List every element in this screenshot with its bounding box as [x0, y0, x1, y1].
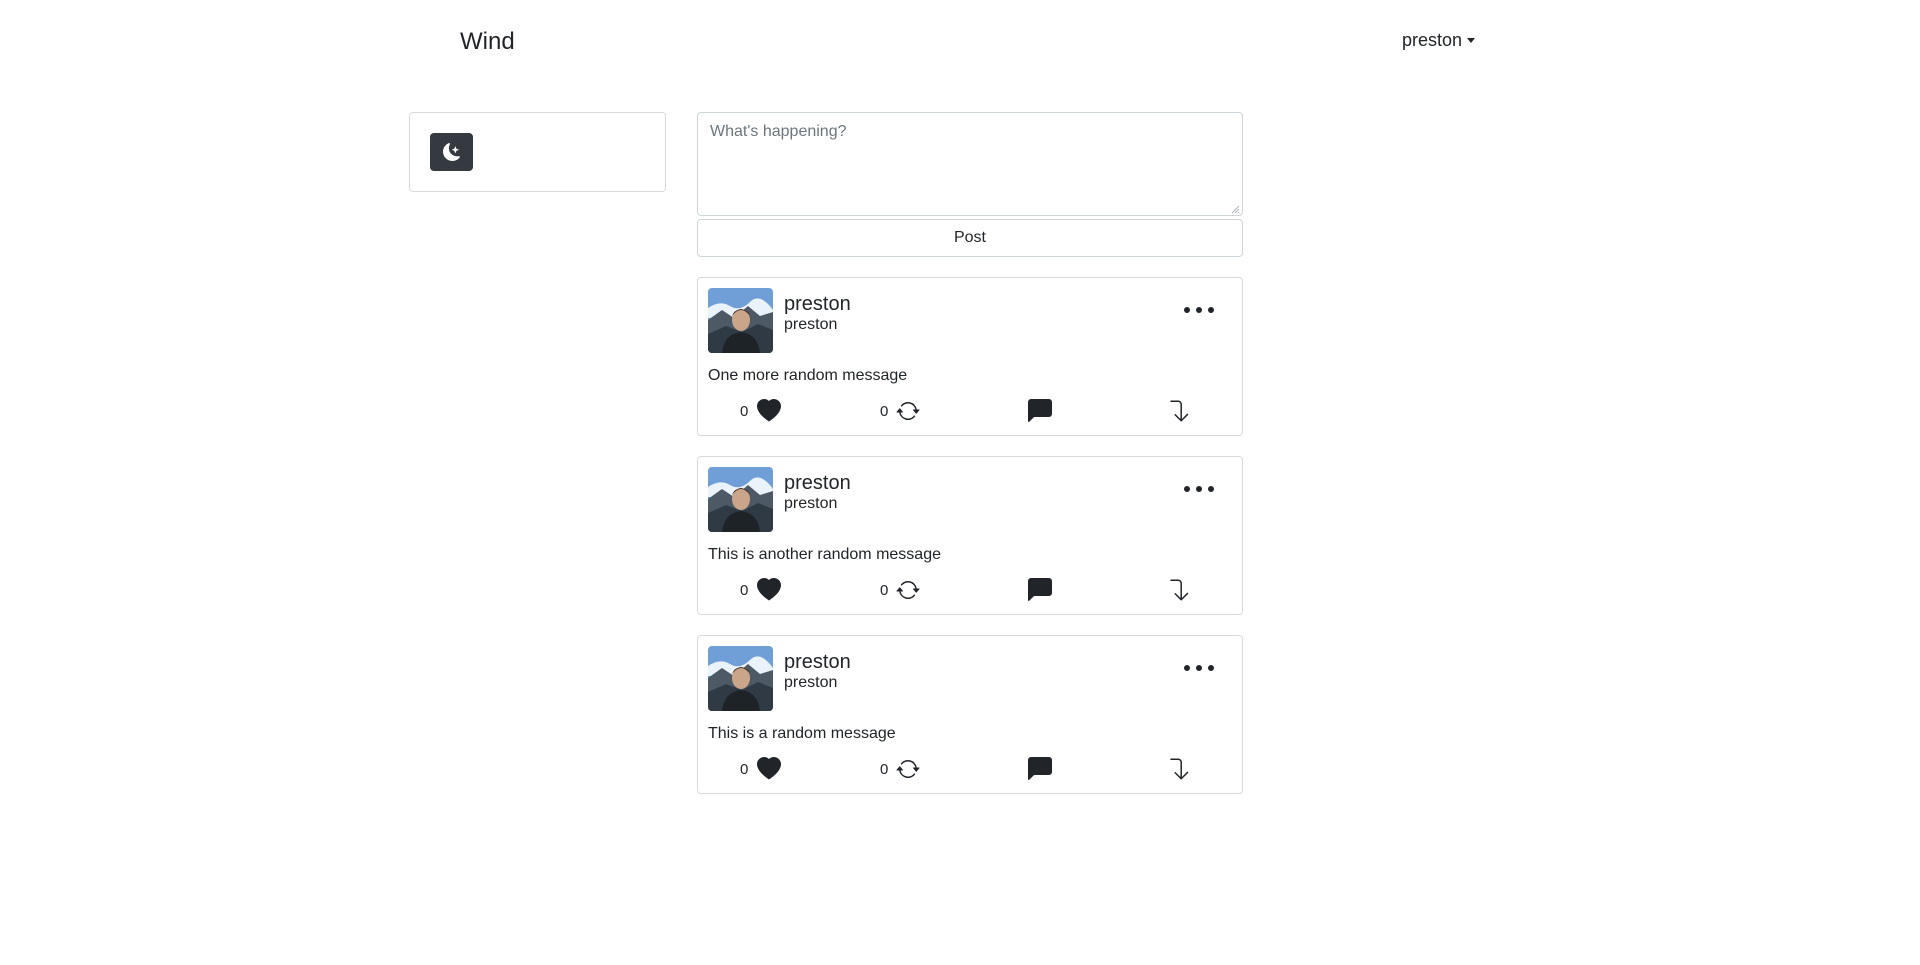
- share-button[interactable]: [1168, 578, 1192, 602]
- avatar[interactable]: [708, 646, 773, 711]
- post-author-handle[interactable]: preston: [784, 674, 837, 692]
- heart-icon: [757, 578, 782, 601]
- post-card: preston preston One more random message …: [697, 277, 1243, 436]
- post-actions: 0 0: [698, 578, 1244, 604]
- share-icon: [1170, 400, 1189, 422]
- retweet-count: 0: [880, 760, 889, 778]
- comment-icon: [1028, 757, 1052, 780]
- post-author-handle[interactable]: preston: [784, 316, 837, 334]
- retweet-button[interactable]: 0: [880, 757, 920, 781]
- resize-grip-icon[interactable]: [1231, 205, 1240, 214]
- post-actions: 0 0: [698, 757, 1244, 783]
- user-menu-label: preston: [1402, 30, 1463, 50]
- like-button[interactable]: 0: [740, 757, 782, 781]
- like-count: 0: [740, 402, 749, 420]
- post-actions: 0 0: [698, 399, 1244, 425]
- retweet-icon: [896, 581, 920, 599]
- heart-icon: [757, 757, 782, 780]
- like-button[interactable]: 0: [740, 399, 782, 423]
- post-message: This is a random message: [708, 725, 896, 742]
- share-button[interactable]: [1168, 399, 1192, 423]
- post-message: This is another random message: [708, 546, 941, 563]
- more-icon[interactable]: [1184, 302, 1214, 318]
- navbar: Wind preston: [0, 0, 1920, 80]
- comment-icon: [1028, 399, 1052, 422]
- retweet-button[interactable]: 0: [880, 578, 920, 602]
- like-button[interactable]: 0: [740, 578, 782, 602]
- post-author-name[interactable]: preston: [784, 651, 851, 674]
- post-card: preston preston This is a random message…: [697, 635, 1243, 794]
- post-button[interactable]: Post: [697, 219, 1243, 257]
- avatar[interactable]: [708, 288, 773, 353]
- post-card: preston preston This is another random m…: [697, 456, 1243, 615]
- comment-icon: [1028, 578, 1052, 601]
- retweet-button[interactable]: 0: [880, 399, 920, 423]
- caret-down-icon: [1467, 38, 1476, 43]
- share-icon: [1170, 758, 1189, 780]
- more-icon[interactable]: [1184, 481, 1214, 497]
- user-menu-dropdown[interactable]: preston: [1402, 30, 1476, 51]
- avatar[interactable]: [708, 467, 773, 532]
- more-icon[interactable]: [1184, 660, 1214, 676]
- post-message: One more random message: [708, 367, 908, 384]
- feed: preston preston One more random message …: [697, 277, 1243, 814]
- retweet-count: 0: [880, 402, 889, 420]
- sidebar-card: [409, 112, 666, 192]
- reply-button[interactable]: [1028, 578, 1052, 602]
- post-author-name[interactable]: preston: [784, 472, 851, 495]
- share-icon: [1170, 579, 1189, 601]
- like-count: 0: [740, 581, 749, 599]
- heart-icon: [757, 399, 782, 422]
- retweet-count: 0: [880, 581, 889, 599]
- post-author-name[interactable]: preston: [784, 293, 851, 316]
- reply-button[interactable]: [1028, 399, 1052, 423]
- theme-toggle-button[interactable]: [430, 133, 473, 171]
- retweet-icon: [896, 760, 920, 778]
- post-author-handle[interactable]: preston: [784, 495, 837, 513]
- share-button[interactable]: [1168, 757, 1192, 781]
- like-count: 0: [740, 760, 749, 778]
- reply-button[interactable]: [1028, 757, 1052, 781]
- moon-stars-icon: [442, 143, 460, 161]
- compose-textarea[interactable]: [697, 112, 1243, 216]
- retweet-icon: [896, 402, 920, 420]
- brand-logo[interactable]: Wind: [460, 28, 515, 56]
